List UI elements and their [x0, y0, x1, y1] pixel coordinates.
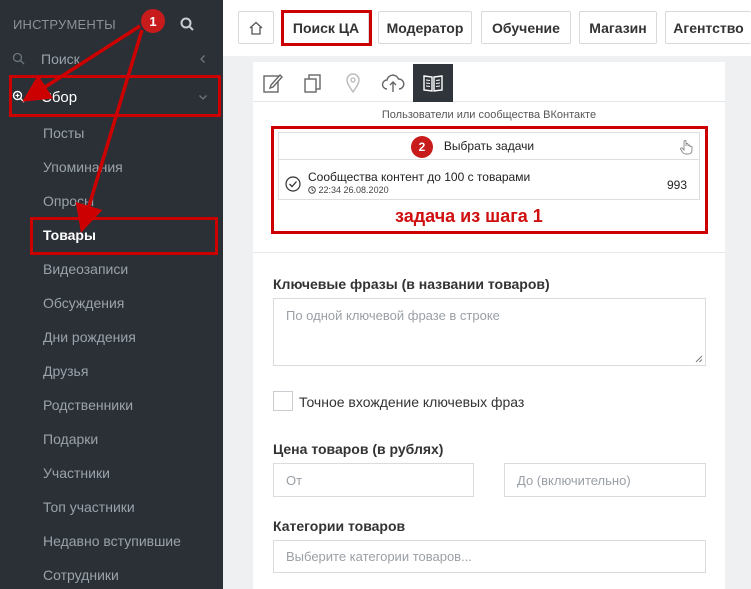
- categories-select[interactable]: Выберите категории товаров...: [273, 540, 706, 573]
- sidebar-item-label: Поиск: [41, 51, 80, 67]
- tab-agency[interactable]: Агентство: [665, 11, 751, 44]
- keywords-label: Ключевые фразы (в названии товаров): [273, 276, 550, 292]
- sidebar-item-label: Видеозаписи: [43, 261, 129, 277]
- tab-label: Магазин: [589, 19, 647, 36]
- hand-pointer-icon: [680, 140, 693, 155]
- task-item[interactable]: Сообщества контент до 100 с товарами 22:…: [279, 168, 699, 201]
- select-tasks-button[interactable]: Выбрать задачи: [279, 133, 699, 160]
- sidebar-item-label: Обсуждения: [43, 295, 125, 311]
- sidebar-item-discussions[interactable]: Обсуждения: [0, 286, 223, 320]
- sidebar-item-label: Дни рождения: [43, 329, 136, 345]
- sidebar-item-mentions[interactable]: Упоминания: [0, 150, 223, 184]
- sidebar-item-birthdays[interactable]: Дни рождения: [0, 320, 223, 354]
- cloud-upload-icon: [381, 74, 405, 92]
- home-button[interactable]: [238, 11, 274, 44]
- exact-match-label: Точное вхождение ключевых фраз: [299, 394, 525, 410]
- tab-label: Модератор: [386, 19, 464, 36]
- tool-toolbar: [253, 62, 725, 102]
- sidebar-item-label: Друзья: [43, 363, 89, 379]
- upload-tool-button[interactable]: [373, 64, 413, 102]
- sidebar-item-label: Родственники: [43, 397, 134, 413]
- task-selector: Выбрать задачи Сообщества контент до 100…: [278, 132, 700, 200]
- book-tool-button[interactable]: [413, 64, 453, 102]
- pencil-icon: [263, 73, 283, 93]
- copy-tool-button[interactable]: [293, 64, 333, 102]
- exact-match-checkbox[interactable]: [273, 391, 293, 411]
- sidebar-item-search[interactable]: Поиск: [0, 42, 223, 76]
- open-book-icon: [423, 75, 443, 92]
- sidebar-item-gifts[interactable]: Подарки: [0, 422, 223, 456]
- task-date: 22:34 26.08.2020: [308, 185, 389, 195]
- sidebar-item-friends[interactable]: Друзья: [0, 354, 223, 388]
- resize-handle-icon[interactable]: [695, 355, 703, 363]
- sidebar-item-relatives[interactable]: Родственники: [0, 388, 223, 422]
- location-tool-button[interactable]: [333, 64, 373, 102]
- sidebar-item-label: Сотрудники: [43, 567, 119, 583]
- tab-moderator[interactable]: Модератор: [378, 11, 472, 44]
- sidebar-item-polls[interactable]: Опросы: [0, 184, 223, 218]
- sidebar-item-staff[interactable]: Сотрудники: [0, 558, 223, 589]
- sidebar-item-label: Топ участники: [43, 499, 135, 515]
- sidebar-item-label: Опросы: [43, 193, 95, 209]
- chevron-down-icon: [199, 95, 207, 100]
- sidebar-item-recent-joined[interactable]: Недавно вступившие: [0, 524, 223, 558]
- sidebar-header: ИНСТРУМЕНТЫ: [13, 17, 116, 32]
- sidebar-item-members[interactable]: Участники: [0, 456, 223, 490]
- sidebar-item-label: Недавно вступившие: [43, 533, 181, 549]
- source-caption: Пользователи или сообщества ВКонтакте: [381, 109, 597, 121]
- tab-training[interactable]: Обучение: [481, 11, 571, 44]
- tab-label: Поиск ЦА: [292, 19, 360, 36]
- task-count: 993: [666, 178, 687, 192]
- sidebar-item-label: Товары: [43, 227, 96, 243]
- copy-icon: [304, 74, 321, 93]
- section-divider: [253, 252, 725, 253]
- tab-label: Обучение: [492, 19, 560, 36]
- sidebar-item-label: Сбор: [41, 88, 78, 106]
- categories-placeholder: Выберите категории товаров...: [286, 549, 472, 564]
- top-navigation: Поиск ЦА Модератор Обучение Магазин Аген…: [223, 0, 751, 56]
- sidebar-item-posts[interactable]: Посты: [0, 116, 223, 150]
- price-to-input[interactable]: До (включительно): [504, 463, 706, 497]
- sidebar-item-label: Участники: [43, 465, 110, 481]
- main-panel: Пользователи или сообщества ВКонтакте Вы…: [253, 62, 725, 589]
- search-icon: [12, 52, 25, 65]
- chevron-left-icon: [200, 55, 205, 63]
- price-from-placeholder: От: [286, 472, 303, 488]
- keywords-textarea[interactable]: По одной ключевой фразе в строке: [273, 298, 706, 366]
- select-tasks-label: Выбрать задачи: [443, 139, 535, 153]
- sidebar-item-top-members[interactable]: Топ участники: [0, 490, 223, 524]
- tab-shop[interactable]: Магазин: [579, 11, 657, 44]
- sidebar-item-collect[interactable]: Сбор: [0, 80, 223, 114]
- sidebar-item-videos[interactable]: Видеозаписи: [0, 252, 223, 286]
- zoom-in-icon: [12, 90, 25, 103]
- search-icon[interactable]: [180, 17, 194, 31]
- price-label: Цена товаров (в рублях): [273, 441, 444, 457]
- check-circle-icon: [285, 176, 301, 192]
- tab-audience-search[interactable]: Поиск ЦА: [283, 11, 369, 44]
- keywords-placeholder: По одной ключевой фразе в строке: [286, 308, 500, 323]
- sidebar-item-label: Подарки: [43, 431, 99, 447]
- sidebar-item-goods[interactable]: Товары: [0, 218, 223, 252]
- sidebar: ИНСТРУМЕНТЫ Поиск Сбор Посты Упоминания …: [0, 0, 223, 589]
- tab-label: Агентство: [673, 19, 744, 36]
- clock-icon: [308, 186, 316, 194]
- map-pin-icon: [346, 73, 360, 94]
- sidebar-item-label: Посты: [43, 125, 85, 141]
- edit-tool-button[interactable]: [253, 64, 293, 102]
- price-from-input[interactable]: От: [273, 463, 474, 497]
- sidebar-item-label: Упоминания: [43, 159, 123, 175]
- price-to-placeholder: До (включительно): [517, 472, 631, 488]
- home-icon: [249, 21, 263, 35]
- task-date-text: 22:34 26.08.2020: [318, 185, 389, 195]
- categories-label: Категории товаров: [273, 518, 406, 534]
- task-title: Сообщества контент до 100 с товарами: [308, 170, 531, 184]
